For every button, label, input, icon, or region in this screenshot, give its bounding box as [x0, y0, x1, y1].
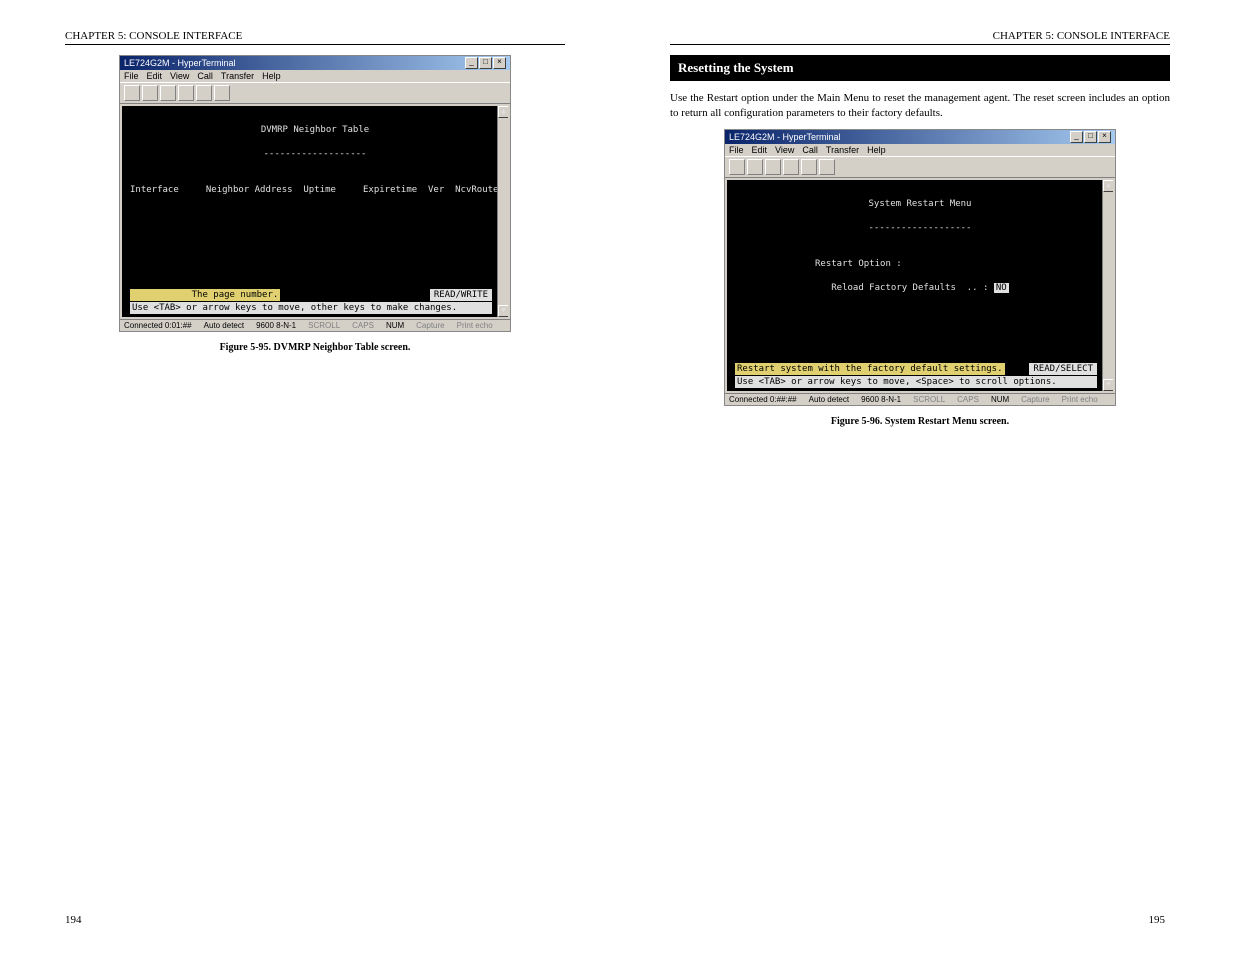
toolbar	[120, 82, 510, 104]
term-cmds: <Restart> <Cancel>	[735, 390, 1105, 391]
scroll-down-icon[interactable]: ▼	[1103, 379, 1113, 391]
status-auto: Auto detect	[809, 395, 849, 404]
status-conn: Connected 0:01:##	[124, 321, 192, 330]
tool-icon[interactable]	[178, 85, 194, 101]
term-help-msg: Use <TAB> or arrow keys to move, other k…	[130, 302, 492, 314]
maximize-icon[interactable]: □	[479, 57, 492, 69]
status-bar: Connected 0:01:## Auto detect 9600 8-N-1…	[120, 319, 510, 331]
terminal-left: DVMRP Neighbor Table -------------------…	[122, 106, 508, 317]
term-title: System Restart Menu	[735, 198, 1105, 210]
close-icon[interactable]: ×	[493, 57, 506, 69]
right-column: CHAPTER 5: CONSOLE INTERFACE Resetting t…	[670, 30, 1170, 441]
chapter-heading-left: CHAPTER 5: CONSOLE INTERFACE	[65, 30, 565, 45]
menu-call[interactable]: Call	[197, 71, 213, 81]
status-scroll: SCROLL	[913, 395, 945, 404]
section-title: Resetting the System	[670, 55, 1170, 81]
term-help-msg: Use <TAB> or arrow keys to move, <Space>…	[735, 376, 1097, 388]
menu-help[interactable]: Help	[867, 145, 886, 155]
page-number-left: 194	[65, 914, 82, 926]
term-underline: -------------------	[735, 222, 1105, 234]
tool-icon[interactable]	[196, 85, 212, 101]
term-title: DVMRP Neighbor Table	[130, 124, 500, 136]
left-column: CHAPTER 5: CONSOLE INTERFACE LE724G2M - …	[65, 30, 565, 367]
menu-view[interactable]: View	[775, 145, 794, 155]
menu-edit[interactable]: Edit	[147, 71, 163, 81]
scrollbar[interactable]: ▲ ▼	[497, 106, 508, 317]
term-mode-badge: READ/SELECT	[1029, 363, 1097, 375]
tool-icon[interactable]	[747, 159, 763, 175]
tool-icon[interactable]	[801, 159, 817, 175]
minimize-icon[interactable]: _	[1070, 131, 1083, 143]
tool-icon[interactable]	[160, 85, 176, 101]
term-hint: Restart system with the factory default …	[735, 363, 1005, 375]
menu-call[interactable]: Call	[802, 145, 818, 155]
menu-bar: File Edit View Call Transfer Help	[725, 144, 1115, 156]
menu-view[interactable]: View	[170, 71, 189, 81]
status-caps: CAPS	[957, 395, 979, 404]
menu-bar: File Edit View Call Transfer Help	[120, 70, 510, 82]
window-title-text: LE724G2M - HyperTerminal	[124, 58, 236, 68]
status-capture: Capture	[416, 321, 444, 330]
scroll-down-icon[interactable]: ▼	[498, 305, 508, 317]
tool-icon[interactable]	[214, 85, 230, 101]
minimize-icon[interactable]: _	[465, 57, 478, 69]
term-mode-badge: READ/WRITE	[430, 289, 492, 301]
status-print: Print echo	[457, 321, 493, 330]
term-reload-value[interactable]: NO	[994, 283, 1009, 293]
status-num: NUM	[991, 395, 1009, 404]
tool-icon[interactable]	[142, 85, 158, 101]
scroll-up-icon[interactable]: ▲	[1103, 180, 1113, 192]
section-body: Use the Restart option under the Main Me…	[670, 91, 1170, 121]
terminal-right: System Restart Menu ------------------- …	[727, 180, 1113, 391]
menu-file[interactable]: File	[124, 71, 139, 81]
menu-edit[interactable]: Edit	[752, 145, 768, 155]
term-hint: The page number.	[130, 289, 280, 301]
page-number-right: 195	[1149, 914, 1166, 926]
menu-transfer[interactable]: Transfer	[826, 145, 859, 155]
window-title-text: LE724G2M - HyperTerminal	[729, 132, 841, 142]
status-print: Print echo	[1062, 395, 1098, 404]
term-underline: -------------------	[130, 148, 500, 160]
hyperterminal-window-left: LE724G2M - HyperTerminal _ □ × File Edit…	[119, 55, 511, 332]
hyperterminal-window-right: LE724G2M - HyperTerminal _ □ × File Edit…	[724, 129, 1116, 406]
status-auto: Auto detect	[204, 321, 244, 330]
chapter-heading-right: CHAPTER 5: CONSOLE INTERFACE	[670, 30, 1170, 45]
term-reload-label: Reload Factory Defaults .. :	[815, 283, 988, 293]
tool-icon[interactable]	[124, 85, 140, 101]
figure-caption-left: Figure 5-95. DVMRP Neighbor Table screen…	[65, 342, 565, 353]
tool-icon[interactable]	[783, 159, 799, 175]
scroll-up-icon[interactable]: ▲	[498, 106, 508, 118]
status-caps: CAPS	[352, 321, 374, 330]
maximize-icon[interactable]: □	[1084, 131, 1097, 143]
close-icon[interactable]: ×	[1098, 131, 1111, 143]
menu-file[interactable]: File	[729, 145, 744, 155]
status-proto: 9600 8-N-1	[861, 395, 901, 404]
window-titlebar: LE724G2M - HyperTerminal _ □ ×	[725, 130, 1115, 144]
status-conn: Connected 0:##:##	[729, 395, 797, 404]
term-restart-option: Restart Option :	[735, 258, 1105, 270]
scrollbar[interactable]: ▲ ▼	[1102, 180, 1113, 391]
status-num: NUM	[386, 321, 404, 330]
window-titlebar: LE724G2M - HyperTerminal _ □ ×	[120, 56, 510, 70]
status-capture: Capture	[1021, 395, 1049, 404]
tool-icon[interactable]	[765, 159, 781, 175]
figure-caption-right: Figure 5-96. System Restart Menu screen.	[670, 416, 1170, 427]
status-bar: Connected 0:##:## Auto detect 9600 8-N-1…	[725, 393, 1115, 405]
toolbar	[725, 156, 1115, 178]
term-headers: Interface Neighbor Address Uptime Expire…	[130, 184, 500, 196]
status-proto: 9600 8-N-1	[256, 321, 296, 330]
tool-icon[interactable]	[729, 159, 745, 175]
tool-icon[interactable]	[819, 159, 835, 175]
menu-transfer[interactable]: Transfer	[221, 71, 254, 81]
status-scroll: SCROLL	[308, 321, 340, 330]
menu-help[interactable]: Help	[262, 71, 281, 81]
